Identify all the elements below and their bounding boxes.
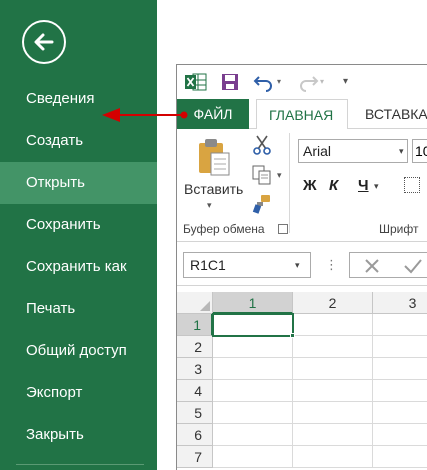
backstage-item-close[interactable]: Закрыть bbox=[0, 414, 157, 456]
grid-cell[interactable] bbox=[293, 358, 373, 380]
copy-dropdown-icon[interactable]: ▾ bbox=[277, 170, 282, 181]
grid-cell[interactable] bbox=[373, 380, 427, 402]
backstage-sidebar: Сведения Создать Открыть Сохранить Сохра… bbox=[0, 0, 157, 470]
fill-handle[interactable] bbox=[290, 333, 295, 338]
back-button[interactable] bbox=[22, 20, 66, 64]
tab-home[interactable]: ГЛАВНАЯ bbox=[256, 99, 348, 130]
font-size-combobox[interactable]: 10 bbox=[412, 139, 427, 163]
confirm-entry-icon[interactable] bbox=[403, 257, 423, 275]
excel-window-inset: ▾ ▾ ▾ ФАЙЛ ГЛАВНАЯ ВСТАВКА Вставить ▾ ▾ … bbox=[176, 64, 427, 470]
backstage-item-new[interactable]: Создать bbox=[0, 120, 157, 162]
backstage-item-print[interactable]: Печать bbox=[0, 288, 157, 330]
select-all-corner[interactable] bbox=[177, 292, 213, 314]
grid-cell[interactable] bbox=[293, 446, 373, 468]
backstage-item-share[interactable]: Общий доступ bbox=[0, 330, 157, 372]
worksheet-grid[interactable]: 1 2 3 1 2 3 4 5 6 7 bbox=[177, 286, 427, 470]
cut-scissors-icon[interactable] bbox=[251, 134, 273, 156]
customize-qat-icon[interactable]: ▾ bbox=[343, 72, 348, 92]
active-cell-r1c1[interactable] bbox=[212, 313, 294, 337]
backstage-item-open[interactable]: Открыть bbox=[0, 162, 157, 204]
format-painter-icon[interactable] bbox=[251, 193, 273, 215]
formula-bar: R1C1 ▾ ⋮ bbox=[177, 242, 427, 286]
grid-cell[interactable] bbox=[213, 424, 293, 446]
backstage-item-save-as[interactable]: Сохранить как bbox=[0, 246, 157, 288]
row-header-6[interactable]: 6 bbox=[177, 424, 213, 446]
ribbon-home: Вставить ▾ ▾ Буфер обмена Arial ▾ 10 Ж К… bbox=[177, 129, 427, 242]
ribbon-tabs: ФАЙЛ ГЛАВНАЯ ВСТАВКА bbox=[177, 99, 427, 130]
grid-cell[interactable] bbox=[293, 380, 373, 402]
quick-access-toolbar: ▾ ▾ ▾ bbox=[177, 65, 427, 99]
row-header-1[interactable]: 1 bbox=[177, 314, 213, 336]
column-header-1[interactable]: 1 bbox=[213, 292, 293, 314]
cancel-entry-icon[interactable] bbox=[363, 257, 381, 275]
formula-bar-grip[interactable]: ⋮ bbox=[325, 255, 338, 275]
grid-cell[interactable] bbox=[373, 336, 427, 358]
grid-cell[interactable] bbox=[293, 314, 373, 336]
paste-button-label[interactable]: Вставить bbox=[184, 181, 243, 197]
grid-cell[interactable] bbox=[213, 358, 293, 380]
excel-logo-icon bbox=[185, 73, 207, 91]
row-header-7[interactable]: 7 bbox=[177, 446, 213, 468]
redo-dropdown-icon[interactable]: ▾ bbox=[320, 72, 324, 92]
grid-cell[interactable] bbox=[373, 402, 427, 424]
grid-cell[interactable] bbox=[293, 336, 373, 358]
redo-icon[interactable] bbox=[297, 72, 319, 92]
tab-insert[interactable]: ВСТАВКА bbox=[353, 99, 427, 130]
grid-cell[interactable] bbox=[373, 358, 427, 380]
paste-clipboard-icon[interactable] bbox=[197, 137, 231, 177]
name-box[interactable]: R1C1 bbox=[183, 252, 311, 278]
paste-dropdown-icon[interactable]: ▾ bbox=[207, 200, 212, 211]
select-all-triangle-icon bbox=[200, 301, 210, 311]
column-header-2[interactable]: 2 bbox=[293, 292, 373, 314]
grid-cell[interactable] bbox=[213, 446, 293, 468]
grid-cell[interactable] bbox=[373, 314, 427, 336]
row-header-4[interactable]: 4 bbox=[177, 380, 213, 402]
grid-cell[interactable] bbox=[293, 424, 373, 446]
grid-cell[interactable] bbox=[293, 402, 373, 424]
annotation-arrow bbox=[102, 108, 188, 122]
row-header-2[interactable]: 2 bbox=[177, 336, 213, 358]
grid-cell[interactable] bbox=[373, 424, 427, 446]
italic-button[interactable]: К bbox=[329, 175, 338, 197]
row-header-5[interactable]: 5 bbox=[177, 402, 213, 424]
borders-icon[interactable] bbox=[404, 177, 420, 193]
font-group-label: Шрифт bbox=[379, 222, 419, 236]
undo-icon[interactable] bbox=[253, 72, 275, 92]
grid-cell[interactable] bbox=[373, 446, 427, 468]
name-box-dropdown-icon[interactable]: ▾ bbox=[295, 252, 300, 278]
backstage-item-export[interactable]: Экспорт bbox=[0, 372, 157, 414]
grid-cell[interactable] bbox=[213, 336, 293, 358]
clipboard-group-label: Буфер обмена bbox=[183, 222, 265, 236]
save-icon[interactable] bbox=[221, 72, 239, 92]
underline-dropdown-icon[interactable]: ▾ bbox=[374, 175, 379, 197]
font-name-combobox[interactable]: Arial bbox=[298, 139, 408, 163]
grid-cell[interactable] bbox=[213, 380, 293, 402]
backstage-item-save[interactable]: Сохранить bbox=[0, 204, 157, 246]
underline-button[interactable]: Ч bbox=[358, 175, 369, 197]
sidebar-divider bbox=[16, 464, 144, 465]
column-header-3[interactable]: 3 bbox=[373, 292, 427, 314]
bold-button[interactable]: Ж bbox=[303, 175, 317, 197]
undo-dropdown-icon[interactable]: ▾ bbox=[277, 72, 281, 92]
font-name-dropdown-icon[interactable]: ▾ bbox=[399, 139, 404, 163]
clipboard-dialog-launcher-icon[interactable] bbox=[278, 224, 288, 234]
row-header-3[interactable]: 3 bbox=[177, 358, 213, 380]
ribbon-group-separator bbox=[289, 133, 290, 233]
grid-cell[interactable] bbox=[213, 402, 293, 424]
copy-icon[interactable] bbox=[251, 164, 273, 186]
arrow-left-icon bbox=[34, 33, 54, 51]
